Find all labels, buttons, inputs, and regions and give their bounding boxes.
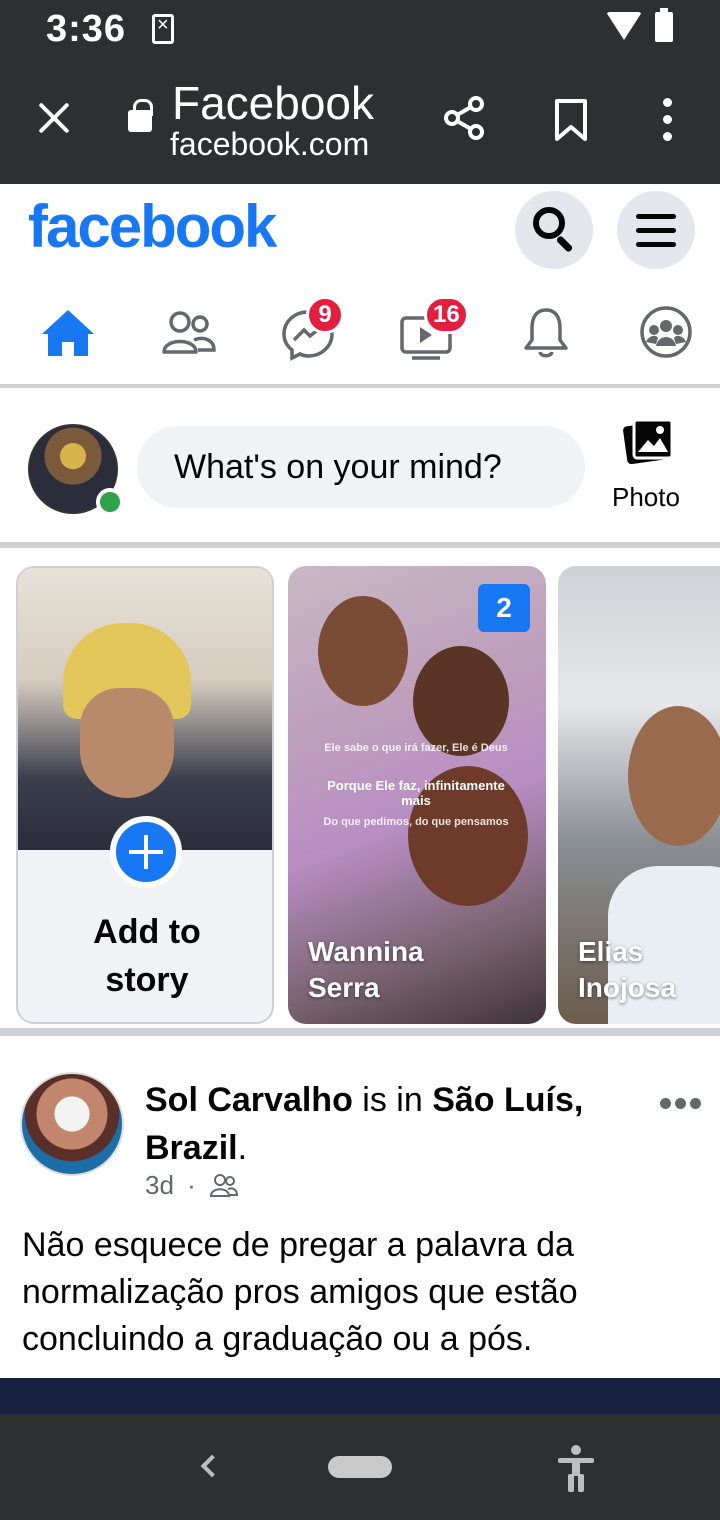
post-options-button[interactable] [660,1098,702,1110]
add-story-photo [18,568,272,850]
lock-icon [128,99,153,132]
bookmark-icon [555,99,587,141]
post-header: Sol Carvalho is in São Luís, Brazil. [145,1081,584,1167]
stories-tray: Add to story 2 Ele sabe o que irá fazer,… [0,554,720,1036]
post-composer: What's on your mind? Photo [0,392,720,548]
back-button[interactable] [200,1454,224,1478]
friends-icon [162,311,216,354]
status-time: 3:36 [46,8,127,50]
story-caption: Ele sabe o que irá fazer, Ele é Deus [324,742,508,754]
system-navigation-bar [0,1414,720,1520]
main-nav-tabs: 9 16 [0,288,720,388]
add-story-card[interactable]: Add to story [16,566,274,1024]
browser-page-url[interactable]: facebook.com [170,126,369,163]
story-caption: Do que pedimos, do que pensamos [323,816,509,828]
story-author-name: Wannina Serra [308,936,424,1003]
wifi-icon [606,12,642,40]
photo-icon[interactable] [622,418,674,466]
post-author-name[interactable]: Sol Carvalho [145,1081,353,1119]
tab-messenger[interactable]: 9 [278,296,344,362]
accessibility-icon [558,1445,594,1492]
photo-label[interactable]: Photo [612,482,680,513]
no-sim-icon [152,14,174,44]
facebook-logo[interactable]: facebook [28,192,277,261]
post-author-avatar[interactable] [20,1072,124,1176]
browser-menu-button[interactable] [660,98,674,142]
accessibility-button[interactable] [556,1444,596,1492]
story-caption: Porque Ele faz, infinitamente mais [327,778,505,808]
share-button[interactable] [440,94,488,142]
bookmark-button[interactable] [553,98,589,142]
story-card[interactable]: 2 Ele sabe o que irá fazer, Ele é Deus P… [288,566,546,1024]
story-author-name: Elias Inojosa [578,936,677,1003]
post-timestamp[interactable]: 3d [145,1170,174,1200]
search-button[interactable] [515,191,593,269]
plus-icon[interactable] [110,816,182,888]
close-tab-button[interactable] [36,100,72,136]
post-meta: 3d · [145,1170,239,1201]
add-story-label: Add to story [93,913,201,999]
home-icon [42,310,94,356]
main-menu-button[interactable] [617,191,695,269]
status-bar: 3:36 [0,0,720,58]
tab-notifications[interactable] [516,302,576,362]
browser-page-title: Facebook [172,77,375,129]
battery-icon [655,8,673,42]
next-post-preview [0,1378,720,1414]
tab-friends[interactable] [158,302,218,362]
feed-post: Sol Carvalho is in São Luís, Brazil. 3d … [0,1050,720,1380]
search-icon [533,207,565,239]
groups-icon [640,306,692,358]
tab-home[interactable] [38,302,98,362]
share-icon [444,96,484,140]
home-button[interactable] [328,1456,392,1478]
messenger-badge: 9 [306,296,344,334]
tab-groups[interactable] [636,302,696,362]
browser-toolbar: Facebook facebook.com [0,58,720,184]
post-body-text: Não esquece de pregar a palavra da norma… [22,1226,578,1358]
story-card[interactable]: Elias Inojosa [558,566,720,1024]
watch-badge: 16 [424,296,469,334]
bell-icon [524,308,568,358]
story-count-badge: 2 [478,584,530,632]
online-status-icon [96,488,124,516]
friends-audience-icon[interactable] [209,1172,239,1198]
tab-watch[interactable]: 16 [398,296,469,362]
whats-on-your-mind-input[interactable]: What's on your mind? [137,426,585,508]
